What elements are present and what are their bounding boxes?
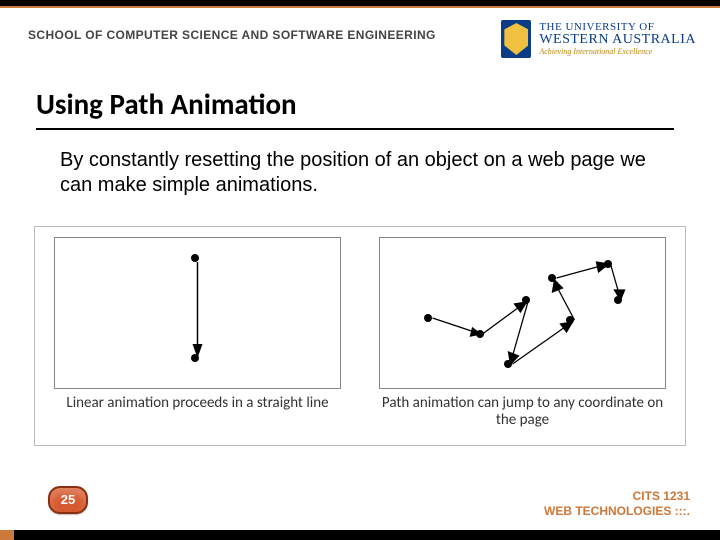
university-name: THE UNIVERSITY OF WESTERN AUSTRALIA Achi… bbox=[539, 22, 696, 57]
left-panel: Linear animation proceeds in a straight … bbox=[55, 237, 340, 445]
dot-icon bbox=[424, 314, 432, 322]
dot-icon bbox=[476, 330, 484, 338]
uwa-crest-icon bbox=[501, 20, 531, 58]
dot-icon bbox=[504, 360, 512, 368]
dot-icon bbox=[191, 254, 199, 262]
footer-course-info: CITS 1231 WEB TECHNOLOGIES :::. bbox=[544, 489, 690, 518]
dot-icon bbox=[566, 316, 574, 324]
dot-icon bbox=[191, 354, 199, 362]
slide-title: Using Path Animation bbox=[36, 86, 674, 130]
university-logo: THE UNIVERSITY OF WESTERN AUSTRALIA Achi… bbox=[501, 20, 696, 58]
course-subtitle: WEB TECHNOLOGIES :::. bbox=[544, 504, 690, 518]
left-caption: Linear animation proceeds in a straight … bbox=[66, 395, 328, 412]
right-caption: Path animation can jump to any coordinat… bbox=[380, 395, 665, 430]
uni-line1: THE UNIVERSITY OF bbox=[539, 21, 654, 33]
dot-icon bbox=[522, 296, 530, 304]
right-panel: Path animation can jump to any coordinat… bbox=[380, 237, 665, 445]
dot-icon bbox=[604, 260, 612, 268]
path-animation-box bbox=[379, 237, 666, 389]
top-border bbox=[0, 0, 720, 8]
linear-animation-box bbox=[54, 237, 341, 389]
dot-icon bbox=[614, 296, 622, 304]
course-code: CITS 1231 bbox=[544, 489, 690, 503]
illustration-figure: Linear animation proceeds in a straight … bbox=[34, 226, 686, 446]
bottom-border bbox=[0, 530, 720, 540]
department-name: SCHOOL OF COMPUTER SCIENCE AND SOFTWARE … bbox=[28, 28, 436, 42]
uni-tagline: Achieving International Excellence bbox=[539, 47, 652, 56]
uni-line2: WESTERN AUSTRALIA bbox=[539, 32, 696, 47]
page-number-badge: 25 bbox=[48, 486, 88, 514]
slide-body-text: By constantly resetting the position of … bbox=[60, 148, 660, 198]
path-arrows-icon bbox=[380, 238, 665, 388]
dot-icon bbox=[548, 274, 556, 282]
